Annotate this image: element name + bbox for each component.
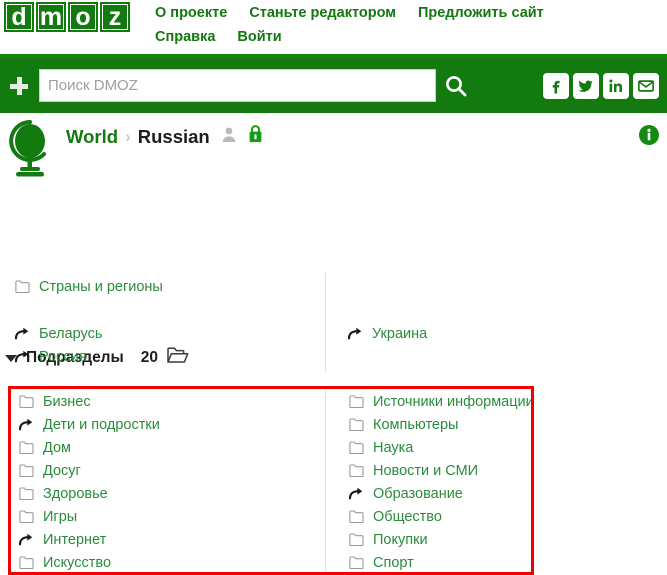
- list-item-label[interactable]: Россия: [39, 349, 87, 365]
- folder-icon: [18, 487, 34, 500]
- list-item[interactable]: Страны и регионы: [14, 275, 324, 298]
- list-item-label[interactable]: Спорт: [373, 555, 414, 571]
- breadcrumb-world[interactable]: World: [66, 126, 118, 148]
- folder-icon: [18, 510, 34, 523]
- list-item-label[interactable]: Наука: [373, 440, 413, 456]
- folder-icon: [348, 441, 364, 454]
- top-nav-row-2: Справка Войти: [155, 21, 660, 45]
- breadcrumb-current: Russian: [137, 125, 210, 147]
- list-item[interactable]: Общество: [348, 505, 658, 528]
- list-item-label[interactable]: Досуг: [43, 463, 81, 479]
- nav-about[interactable]: О проекте: [155, 5, 227, 21]
- list-item[interactable]: Новости и СМИ: [348, 459, 658, 482]
- list-item-label[interactable]: Общество: [373, 509, 442, 525]
- folder-icon: [348, 464, 364, 477]
- folder-icon: [14, 280, 30, 293]
- list-item[interactable]: Дом: [18, 436, 328, 459]
- main-right-column: Источники информации Компьютеры Наука Новос…: [348, 390, 658, 574]
- info-icon[interactable]: [638, 124, 660, 151]
- list-item[interactable]: Здоровье: [18, 482, 328, 505]
- folder-icon: [348, 556, 364, 569]
- list-item[interactable]: Дети и подростки: [18, 413, 328, 436]
- category-lock-icon[interactable]: [248, 125, 263, 148]
- redirect-arrow-icon: [18, 533, 34, 546]
- folder-icon: [18, 464, 34, 477]
- breadcrumb: World › Russian: [66, 125, 263, 148]
- redirects-left-column: Беларусь Россия: [14, 322, 324, 368]
- breadcrumb-separator: ›: [125, 126, 131, 146]
- dmoz-logo[interactable]: d m o z: [4, 2, 130, 32]
- breadcrumb-zone: World › Russian Подразделы 20: [0, 113, 667, 366]
- list-item[interactable]: Источники информации: [348, 390, 658, 413]
- list-item[interactable]: Россия: [14, 345, 324, 368]
- list-item-label[interactable]: Источники информации: [373, 394, 534, 410]
- list-item[interactable]: Компьютеры: [348, 413, 658, 436]
- countries-left-column: Страны и регионы: [14, 275, 324, 298]
- list-item-label[interactable]: Дети и подростки: [43, 417, 160, 433]
- search-icon[interactable]: [444, 74, 468, 98]
- globe-icon: [6, 118, 52, 180]
- redirect-arrow-icon: [348, 487, 364, 500]
- list-item-label[interactable]: Компьютеры: [373, 417, 458, 433]
- folder-icon: [18, 441, 34, 454]
- list-item[interactable]: Беларусь: [14, 322, 324, 345]
- main-left-column: Бизнес Дети и подростки Дом Досуг Здоровье Иг…: [18, 390, 328, 574]
- list-item-label[interactable]: Игры: [43, 509, 77, 525]
- editor-person-icon[interactable]: [221, 126, 237, 148]
- top-nav-row-1: О проекте Станьте редактором Предложить …: [155, 0, 660, 21]
- list-item[interactable]: Искусство: [18, 551, 328, 574]
- list-item[interactable]: Украина: [347, 322, 657, 345]
- redirects-right-column: Украина: [347, 322, 657, 345]
- list-item[interactable]: Покупки: [348, 528, 658, 551]
- folder-icon: [348, 395, 364, 408]
- redirect-arrow-icon: [14, 327, 30, 340]
- folder-icon: [348, 418, 364, 431]
- list-item[interactable]: Спорт: [348, 551, 658, 574]
- column-divider-top: [325, 273, 326, 373]
- linkedin-icon[interactable]: [603, 72, 629, 99]
- logo-tile-d: d: [4, 2, 34, 32]
- list-item[interactable]: Игры: [18, 505, 328, 528]
- list-item-label[interactable]: Украина: [372, 326, 427, 342]
- top-nav-links: О проекте Станьте редактором Предложить …: [155, 0, 660, 45]
- list-item[interactable]: Интернет: [18, 528, 328, 551]
- list-item-label[interactable]: Бизнес: [43, 394, 91, 410]
- list-item[interactable]: Досуг: [18, 459, 328, 482]
- facebook-icon[interactable]: [543, 72, 569, 99]
- folder-icon: [348, 533, 364, 546]
- list-item[interactable]: Образование: [348, 482, 658, 505]
- nav-become-editor[interactable]: Станьте редактором: [249, 5, 396, 21]
- nav-login[interactable]: Войти: [237, 29, 281, 45]
- list-item-label[interactable]: Искусство: [43, 555, 111, 571]
- list-item-label[interactable]: Дом: [43, 440, 71, 456]
- nav-suggest-site[interactable]: Предложить сайт: [418, 5, 544, 21]
- redirect-arrow-icon: [18, 418, 34, 431]
- search-input[interactable]: [39, 69, 436, 102]
- plus-icon[interactable]: [10, 76, 28, 95]
- redirect-arrow-icon: [347, 327, 363, 340]
- list-item-label[interactable]: Образование: [373, 486, 463, 502]
- list-item[interactable]: Наука: [348, 436, 658, 459]
- folder-icon: [348, 510, 364, 523]
- list-item-label[interactable]: Новости и СМИ: [373, 463, 478, 479]
- search-bar: [0, 58, 667, 113]
- social-links: [543, 72, 659, 99]
- folder-icon: [18, 556, 34, 569]
- list-item[interactable]: Бизнес: [18, 390, 328, 413]
- twitter-icon[interactable]: [573, 72, 599, 99]
- top-bar: d m o z О проекте Станьте редактором Пре…: [0, 0, 667, 58]
- logo-tile-m: m: [36, 2, 66, 32]
- redirect-arrow-icon: [14, 350, 30, 363]
- list-item-label[interactable]: Страны и регионы: [39, 279, 163, 295]
- list-item-label[interactable]: Интернет: [43, 532, 106, 548]
- list-item-label[interactable]: Покупки: [373, 532, 428, 548]
- folder-icon: [18, 395, 34, 408]
- logo-tile-o: o: [68, 2, 98, 32]
- list-item-label[interactable]: Беларусь: [39, 326, 102, 342]
- nav-help[interactable]: Справка: [155, 29, 215, 45]
- logo-tile-z: z: [100, 2, 130, 32]
- email-icon[interactable]: [633, 72, 659, 99]
- list-item-label[interactable]: Здоровье: [43, 486, 108, 502]
